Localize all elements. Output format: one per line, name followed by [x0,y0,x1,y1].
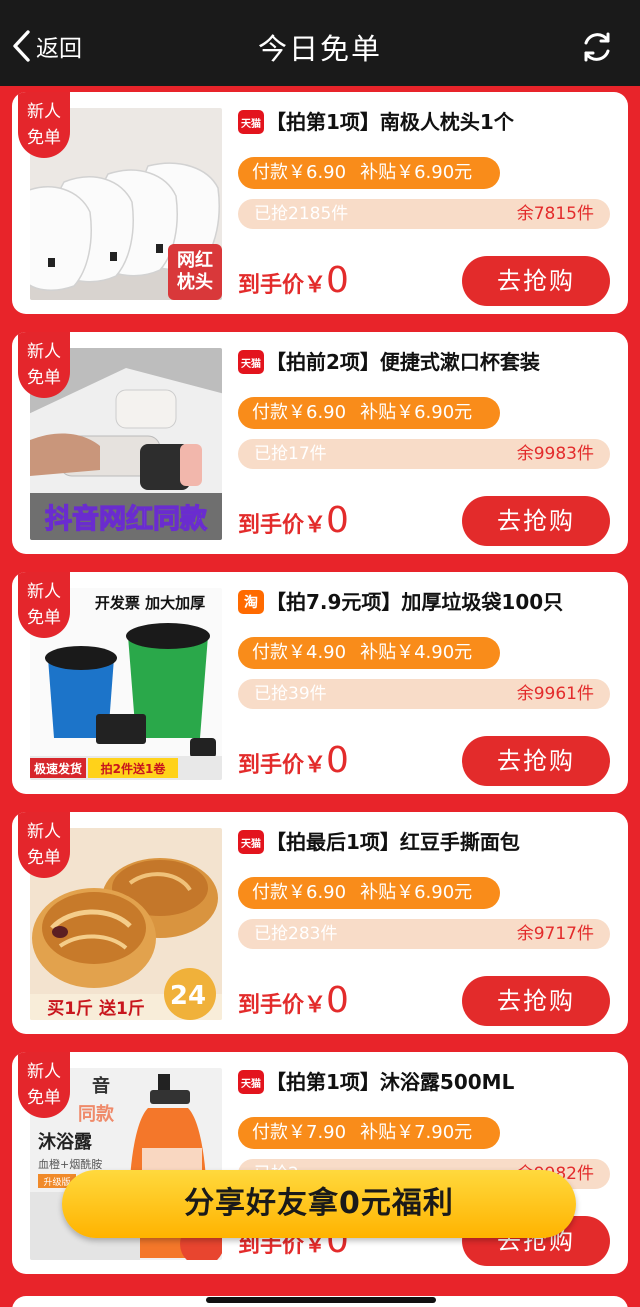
pay-price: 付款￥6.90 [252,402,347,423]
refresh-icon[interactable] [580,30,614,64]
product-title: 【拍第1项】沐浴露500ML [266,1070,515,1094]
new-user-free-badge: 新人 免单 [18,92,70,158]
pay-price: 付款￥6.90 [252,162,347,183]
net-price: 到手价￥0 [238,500,349,541]
product-title: 【拍第1项】南极人枕头1个 [266,110,514,134]
sold-count: 已抢2185件 [254,204,349,224]
new-user-free-badge: 新人 免单 [18,332,70,398]
net-price-label: 到手价￥ [238,993,327,1018]
net-price-value: 0 [326,980,349,1021]
net-price-value: 0 [326,260,349,301]
remaining-count: 余9717件 [516,924,594,944]
garbage-image-text-3: 拍2件送1卷 [101,761,167,776]
subsidy: 补贴￥4.90元 [360,642,473,663]
net-price-label: 到手价￥ [238,513,327,538]
remaining-count: 余9961件 [516,684,594,704]
stock-bar: 已抢2185件 余7815件 [238,199,610,229]
tmall-shop-icon: 天猫 [238,830,264,854]
product-card[interactable]: 网红 枕头 新人 免单 天猫 【拍第1项】南极人枕头1个 付款￥6.90 补贴￥6… [12,92,628,314]
price-subsidy-bar: 付款￥7.90 补贴￥7.90元 [238,1117,500,1149]
tmall-shop-icon: 天猫 [238,1070,264,1094]
garbage-image-text: 开发票 加大加厚 [95,594,205,612]
bread-image-text-2: 24 [170,981,206,1011]
price-subsidy-bar: 付款￥6.90 补贴￥6.90元 [238,877,500,909]
subsidy: 补贴￥6.90元 [360,402,473,423]
remaining-count: 余9983件 [516,444,594,464]
product-title: 【拍最后1项】红豆手撕面包 [266,830,520,854]
body-wash-image-text-4: 血橙+烟酰胺 [38,1157,102,1171]
buy-now-button[interactable]: 去抢购 [462,736,610,786]
body-wash-image-text-2: 同款 [78,1103,115,1125]
body-wash-image-text-3: 沐浴露 [38,1131,93,1153]
remaining-count: 余7815件 [516,204,594,224]
buy-now-button[interactable]: 去抢购 [462,256,610,306]
subsidy: 补贴￥6.90元 [360,162,473,183]
page-title: 今日免单 [257,32,382,66]
product-card[interactable]: 开发票 加大加厚 极速发货 拍2件送1卷 新人 免单 淘 【拍7.9元项】加厚垃… [12,572,628,794]
garbage-image-text-2: 极速发货 [34,761,82,776]
bread-image-text: 买1斤 送1斤 [47,998,145,1019]
net-price: 到手价￥0 [238,980,349,1021]
new-user-free-badge: 新人 免单 [18,572,70,638]
tmall-shop-icon: 天猫 [238,350,264,374]
product-card[interactable]: 抖音网红同款 新人 免单 天猫 【拍前2项】便捷式漱口杯套装 付款￥6.90 补贴… [12,332,628,554]
new-user-free-badge: 新人 免单 [18,812,70,878]
net-price-value: 0 [326,740,349,781]
price-subsidy-bar: 付款￥4.90 补贴￥4.90元 [238,637,500,669]
net-price: 到手价￥0 [238,260,349,301]
cup-image-text: 抖音网红同款 [45,503,208,535]
home-indicator[interactable] [206,1297,436,1303]
sold-count: 已抢283件 [254,924,338,944]
net-price-value: 0 [326,500,349,541]
sold-count: 已抢17件 [254,444,327,464]
price-subsidy-bar: 付款￥6.90 补贴￥6.90元 [238,157,500,189]
pay-price: 付款￥4.90 [252,642,347,663]
subsidy: 补贴￥7.90元 [360,1122,473,1143]
sold-count: 已抢39件 [254,684,327,704]
net-price-label: 到手价￥ [238,753,327,778]
new-user-free-badge: 新人 免单 [18,1052,70,1118]
stock-bar: 已抢283件 余9717件 [238,919,610,949]
product-title: 【拍前2项】便捷式漱口杯套装 [266,350,540,374]
buy-now-button[interactable]: 去抢购 [462,496,610,546]
net-price-label: 到手价￥ [238,273,327,298]
buy-now-button[interactable]: 去抢购 [462,976,610,1026]
net-price: 到手价￥0 [238,740,349,781]
taobao-shop-icon: 淘 [238,590,264,614]
top-navigation-bar: 返回 今日免单 [0,0,640,86]
body-wash-image-text: 音 [92,1075,110,1097]
product-card[interactable]: 音 同款 沐浴露 血橙+烟酰胺 升级版 新人 免单 天猫 【拍第1项】沐浴露50… [12,1052,628,1274]
pillow-image-text: 网红 [177,249,213,271]
stock-bar: 已抢17件 余9983件 [238,439,610,469]
pillow-image-text-2: 枕头 [177,271,213,293]
pay-price: 付款￥6.90 [252,882,347,903]
tmall-shop-icon: 天猫 [238,110,264,134]
price-subsidy-bar: 付款￥6.90 补贴￥6.90元 [238,397,500,429]
stock-bar: 已抢39件 余9961件 [238,679,610,709]
product-card[interactable]: 买1斤 送1斤 24 新人 免单 天猫 【拍最后1项】红豆手撕面包 付款￥6.9… [12,812,628,1034]
subsidy: 补贴￥6.90元 [360,882,473,903]
share-friends-button[interactable]: 分享好友拿0元福利 [62,1170,576,1238]
product-title: 【拍7.9元项】加厚垃圾袋100只 [266,590,564,614]
pay-price: 付款￥7.90 [252,1122,347,1143]
